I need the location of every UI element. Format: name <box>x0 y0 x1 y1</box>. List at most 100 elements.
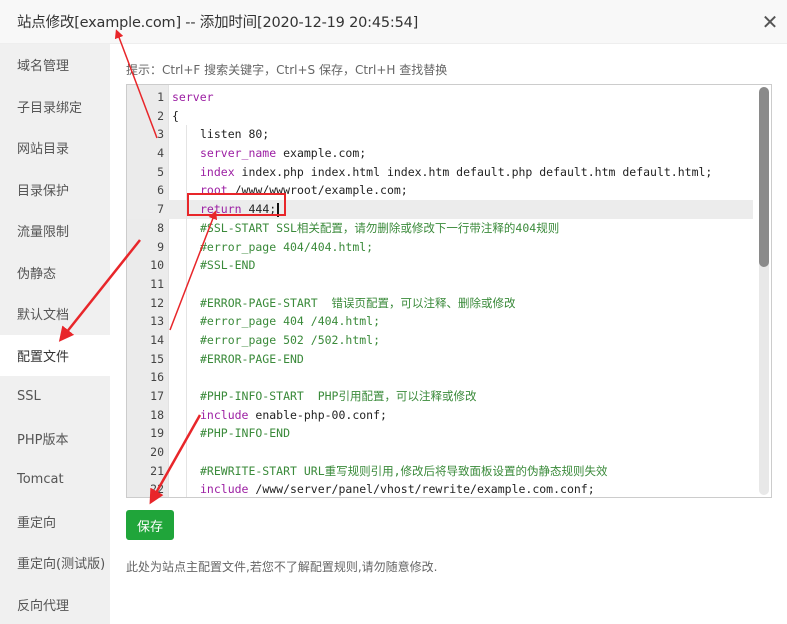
code-line[interactable]: 5 index index.php index.html index.htm de… <box>127 162 753 182</box>
indent-guide <box>186 256 187 275</box>
line-number: 8 <box>157 220 164 235</box>
code-comment: #PHP-INFO-END <box>200 426 291 441</box>
code-line[interactable]: 8 #SSL-START SSL相关配置，请勿删除或修改下一行带注释的404规则 <box>127 218 753 238</box>
indent-guide <box>186 125 187 145</box>
code-comment: #error_page 502 /502.html; <box>200 332 381 347</box>
line-number: 6 <box>157 183 164 198</box>
sidebar-item[interactable]: 目录保护 <box>0 169 110 211</box>
code-text: #PHP-INFO-END <box>200 424 290 443</box>
code-line[interactable]: 9 #error_page 404/404.html; <box>127 237 753 257</box>
code-token: index.php index.html index.htm default.p… <box>234 164 713 179</box>
indent-guide <box>186 293 187 313</box>
scrollbar-thumb[interactable] <box>759 87 769 267</box>
code-line[interactable]: 12 #ERROR-PAGE-START 错误页配置，可以注释、删除或修改 <box>127 293 753 313</box>
code-text: #REWRITE-START URL重写规则引用,修改后将导致面板设置的伪静态规… <box>200 462 608 481</box>
code-token: example.com; <box>276 146 367 161</box>
sidebar: 域名管理 子目录绑定 网站目录 目录保护 流量限制 伪静态 默认文档 配置文件 SSL PHP版本… <box>0 44 110 624</box>
code-comment: #REWRITE-START URL重写规则引用,修改后将导致面板设置的伪静态规… <box>200 463 608 478</box>
indent-guide <box>186 480 187 497</box>
editor-scrollbar[interactable] <box>759 87 769 495</box>
sidebar-item[interactable]: 流量限制 <box>0 210 110 252</box>
code-line[interactable]: 6 root /www/wwwroot/example.com; <box>127 181 753 201</box>
code-line[interactable]: 20 <box>127 443 753 462</box>
code-comment: #ERROR-PAGE-END <box>200 351 304 366</box>
sidebar-item[interactable]: 反向代理 <box>0 584 110 624</box>
code-line[interactable]: 18 include enable-php-00.conf; <box>127 405 753 425</box>
code-comment: #PHP-INFO-START PHP引用配置，可以注释或修改 <box>200 389 477 403</box>
sidebar-item[interactable]: 默认文档 <box>0 293 110 335</box>
sidebar-item[interactable]: 域名管理 <box>0 44 110 86</box>
indent-guide <box>186 312 187 331</box>
sidebar-item[interactable]: 网站目录 <box>0 127 110 169</box>
code-comment: #SSL-START SSL相关配置，请勿删除或修改下一行带注释的404规则 <box>200 220 560 235</box>
line-number: 9 <box>157 239 164 254</box>
code-comment: #error_page 404/404.html; <box>200 239 374 254</box>
code-keyword: index <box>200 164 235 179</box>
code-line[interactable]: 2{ <box>127 107 753 126</box>
close-icon[interactable]: ✕ <box>757 8 783 36</box>
line-number: 12 <box>150 295 164 310</box>
indent-guide <box>186 200 187 219</box>
code-token: { <box>172 108 179 123</box>
config-warning-note: 此处为站点主配置文件,若您不了解配置规则,请勿随意修改. <box>126 560 438 574</box>
line-number: 1 <box>157 90 164 104</box>
code-line[interactable]: 3 listen 80; <box>127 125 753 145</box>
indent-guide <box>186 461 187 481</box>
sidebar-item[interactable]: PHP版本 <box>0 418 110 460</box>
code-line[interactable]: 21 #REWRITE-START URL重写规则引用,修改后将导致面板设置的伪静… <box>127 461 753 481</box>
code-line[interactable]: 15 #ERROR-PAGE-END <box>127 349 753 369</box>
indent-guide <box>186 181 187 201</box>
code-text: #SSL-END <box>200 256 255 275</box>
line-number: 22 <box>150 482 164 497</box>
indent-guide <box>186 144 187 163</box>
code-text: #ERROR-PAGE-END <box>200 350 304 369</box>
code-line[interactable]: 1 server <box>127 88 753 107</box>
sidebar-item[interactable]: 伪静态 <box>0 252 110 294</box>
code-keyword: return <box>200 202 242 217</box>
indent-guide <box>186 330 187 350</box>
dialog-titlebar: 站点修改[example.com] -- 添加时间[2020-12-19 20:… <box>0 0 787 44</box>
code-line[interactable]: 17 #PHP-INFO-START PHP引用配置，可以注释或修改 <box>127 387 753 406</box>
sidebar-item[interactable]: 配置文件 <box>0 334 110 376</box>
indent-guide <box>186 443 187 462</box>
code-line[interactable]: 7 return 444; <box>127 200 753 219</box>
code-token: /www/server/panel/vhost/rewrite/example.… <box>248 482 595 497</box>
code-line[interactable]: 4 server_name example.com; <box>127 144 753 163</box>
save-button[interactable]: 保存 <box>126 510 174 540</box>
code-line[interactable]: 11 <box>127 274 753 294</box>
indent-guide <box>186 349 187 369</box>
code-text: include /www/server/panel/vhost/rewrite/… <box>200 480 595 497</box>
dialog-title: 站点修改[example.com] -- 添加时间[2020-12-19 20:… <box>17 15 419 31</box>
sidebar-item[interactable]: 重定向 <box>0 501 110 543</box>
code-lines[interactable]: 1 server 2{3 listen 80; 4 server_name example… <box>127 88 753 497</box>
code-keyword: root <box>200 183 228 198</box>
line-number: 4 <box>157 146 164 161</box>
sidebar-item[interactable]: 子目录绑定 <box>0 86 110 128</box>
code-comment: #error_page 404 /404.html; <box>200 314 381 329</box>
sidebar-item[interactable]: SSL <box>0 376 110 418</box>
line-number: 11 <box>150 276 164 291</box>
code-line[interactable]: 13 #error_page 404 /404.html; <box>127 312 753 331</box>
sidebar-item[interactable]: Tomcat <box>0 459 110 501</box>
code-text: index index.php index.html index.htm def… <box>200 163 712 182</box>
code-token: listen 80; <box>200 127 270 142</box>
line-number: 18 <box>150 407 164 422</box>
line-number: 2 <box>157 108 164 123</box>
code-keyword: server_name <box>200 146 277 161</box>
code-line[interactable]: 19 #PHP-INFO-END <box>127 424 753 444</box>
indent-guide <box>186 387 187 406</box>
indent-guide <box>186 218 187 238</box>
config-editor[interactable]: 1 server 2{3 listen 80; 4 server_name example… <box>126 84 772 498</box>
code-text: #SSL-START SSL相关配置，请勿删除或修改下一行带注释的404规则 <box>200 219 559 238</box>
code-line[interactable]: 16 <box>127 368 753 387</box>
line-number: 19 <box>150 426 164 441</box>
code-line[interactable]: 10 #SSL-END <box>127 256 753 275</box>
code-line[interactable]: 22 include /www/server/panel/vhost/rewrit… <box>127 480 753 497</box>
code-line[interactable]: 14 #error_page 502 /502.html; <box>127 330 753 350</box>
code-keyword: include <box>200 482 249 497</box>
line-number: 7 <box>157 202 164 217</box>
code-text: include enable-php-00.conf; <box>200 406 387 425</box>
code-comment: #SSL-END <box>200 258 256 273</box>
sidebar-item[interactable]: 重定向(测试版) <box>0 542 110 584</box>
line-number: 13 <box>150 314 164 329</box>
